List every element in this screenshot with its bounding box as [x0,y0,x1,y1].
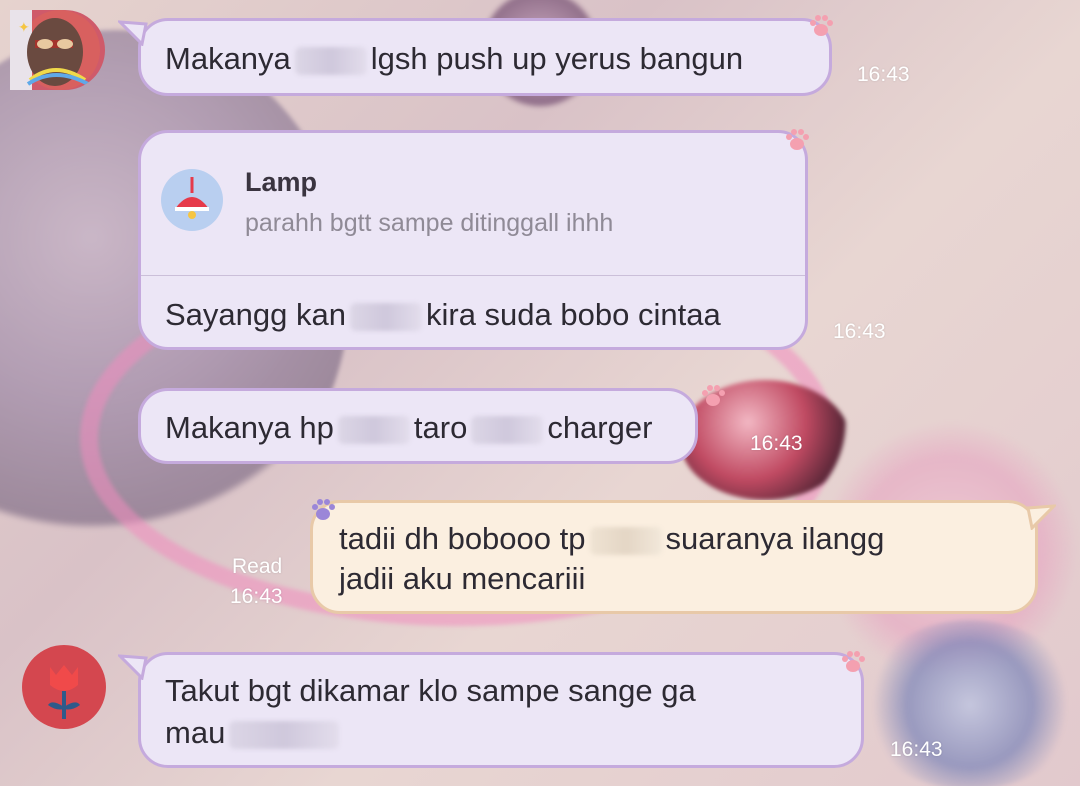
message-bubble[interactable]: Makanya lgsh push up yerus bangun [138,18,832,96]
message-text: Takut bgt dikamar klo sampe sange ga [165,673,696,708]
message-bubble[interactable]: Takut bgt dikamar klo sampe sange ga mau [138,652,864,768]
message-time: 16:43 [230,585,283,608]
quoted-author: Lamp [245,167,318,197]
bubble-tail [118,20,148,46]
message-text-line2: mau [165,715,343,751]
message-text-line2: jadii aku mencariii [339,561,586,596]
message-bubble[interactable]: Makanya hp taro charger [138,388,698,464]
tulip-icon [48,665,80,719]
my-message-bubble[interactable]: tadii dh bobooo tp suaranya ilangg jadii … [310,500,1038,614]
bubble-tail [1026,504,1056,530]
redacted-text [471,415,544,444]
sender-avatar[interactable] [22,645,106,729]
paw-icon [702,385,725,406]
redacted-text [337,415,410,444]
redacted-text [589,526,662,555]
message-text: tadii dh bobooo tp suaranya ilangg [339,521,885,556]
reply-divider [141,275,805,276]
message-time: 16:43 [833,320,886,343]
quoted-message[interactable]: Lamp parahh bgtt sampe ditinggall ihhh [141,133,805,275]
message-text: Makanya hp taro charger [165,410,653,445]
message-time: 16:43 [750,432,803,455]
message-time: 16:43 [890,738,943,761]
message-time: 16:43 [857,63,910,86]
redacted-text [229,720,340,749]
message-text: Makanya lgsh push up yerus bangun [165,41,744,76]
lamp-icon [175,177,209,219]
paw-icon [312,499,335,520]
svg-text:✦: ✦ [18,19,30,35]
message-text: Sayangg kan kira suda bobo cintaa [165,297,721,332]
redacted-text [349,302,422,331]
paw-icon [786,129,809,150]
quoted-avatar [161,169,223,231]
sender-avatar[interactable]: ✦ [10,10,105,90]
paw-icon [842,651,865,672]
read-status: Read [232,555,283,578]
redacted-text [294,46,367,75]
paw-icon [810,15,833,36]
reply-message-bubble[interactable]: Lamp parahh bgtt sampe ditinggall ihhh S… [138,130,808,350]
bubble-tail [118,654,148,680]
quoted-text: parahh bgtt sampe ditinggall ihhh [245,209,614,237]
